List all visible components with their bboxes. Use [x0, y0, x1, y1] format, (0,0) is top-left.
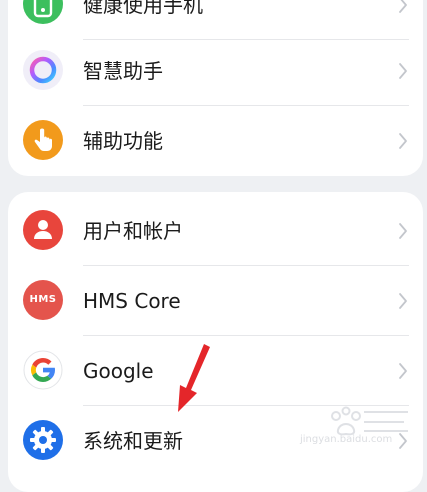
- hms-icon: HMS: [23, 280, 63, 320]
- settings-item-label: 健康使用手机: [83, 0, 203, 17]
- health-icon: [23, 0, 63, 24]
- settings-item-label: 系统和更新: [83, 429, 183, 453]
- accessibility-icon: [23, 120, 63, 160]
- settings-item-label: HMS Core: [83, 289, 181, 313]
- settings-item-users-accounts[interactable]: 用户和帐户: [8, 196, 423, 266]
- settings-item-hms-core[interactable]: HMS HMS Core: [8, 266, 423, 336]
- settings-item-label: 用户和帐户: [83, 219, 183, 243]
- settings-item-smart-assistant[interactable]: 智慧助手: [8, 36, 423, 106]
- chevron-right-icon: [399, 223, 407, 239]
- assistant-icon: [23, 50, 63, 90]
- hms-icon-text: HMS: [29, 294, 57, 305]
- settings-item-accessibility[interactable]: 辅助功能: [8, 106, 423, 176]
- settings-item-label: Google: [83, 359, 154, 383]
- watermark-text: jingyan.baidu.com: [300, 434, 393, 445]
- chevron-right-icon: [399, 63, 407, 79]
- annotation-arrow: [178, 344, 210, 412]
- user-icon: [23, 210, 63, 250]
- settings-group-1: 健康使用手机 智慧助手 辅助功能: [8, 0, 423, 176]
- google-icon: [23, 350, 63, 390]
- watermark-logo-icon: [331, 406, 408, 436]
- chevron-right-icon: [399, 133, 407, 149]
- settings-item-label: 辅助功能: [83, 129, 163, 153]
- chevron-right-icon: [399, 293, 407, 309]
- settings-item-digital-balance[interactable]: 健康使用手机: [8, 0, 423, 40]
- settings-item-label: 智慧助手: [83, 59, 163, 83]
- watermark: jingyan.baidu.com: [300, 404, 418, 448]
- chevron-right-icon: [399, 0, 407, 13]
- gear-icon: [23, 420, 63, 460]
- chevron-right-icon: [399, 363, 407, 379]
